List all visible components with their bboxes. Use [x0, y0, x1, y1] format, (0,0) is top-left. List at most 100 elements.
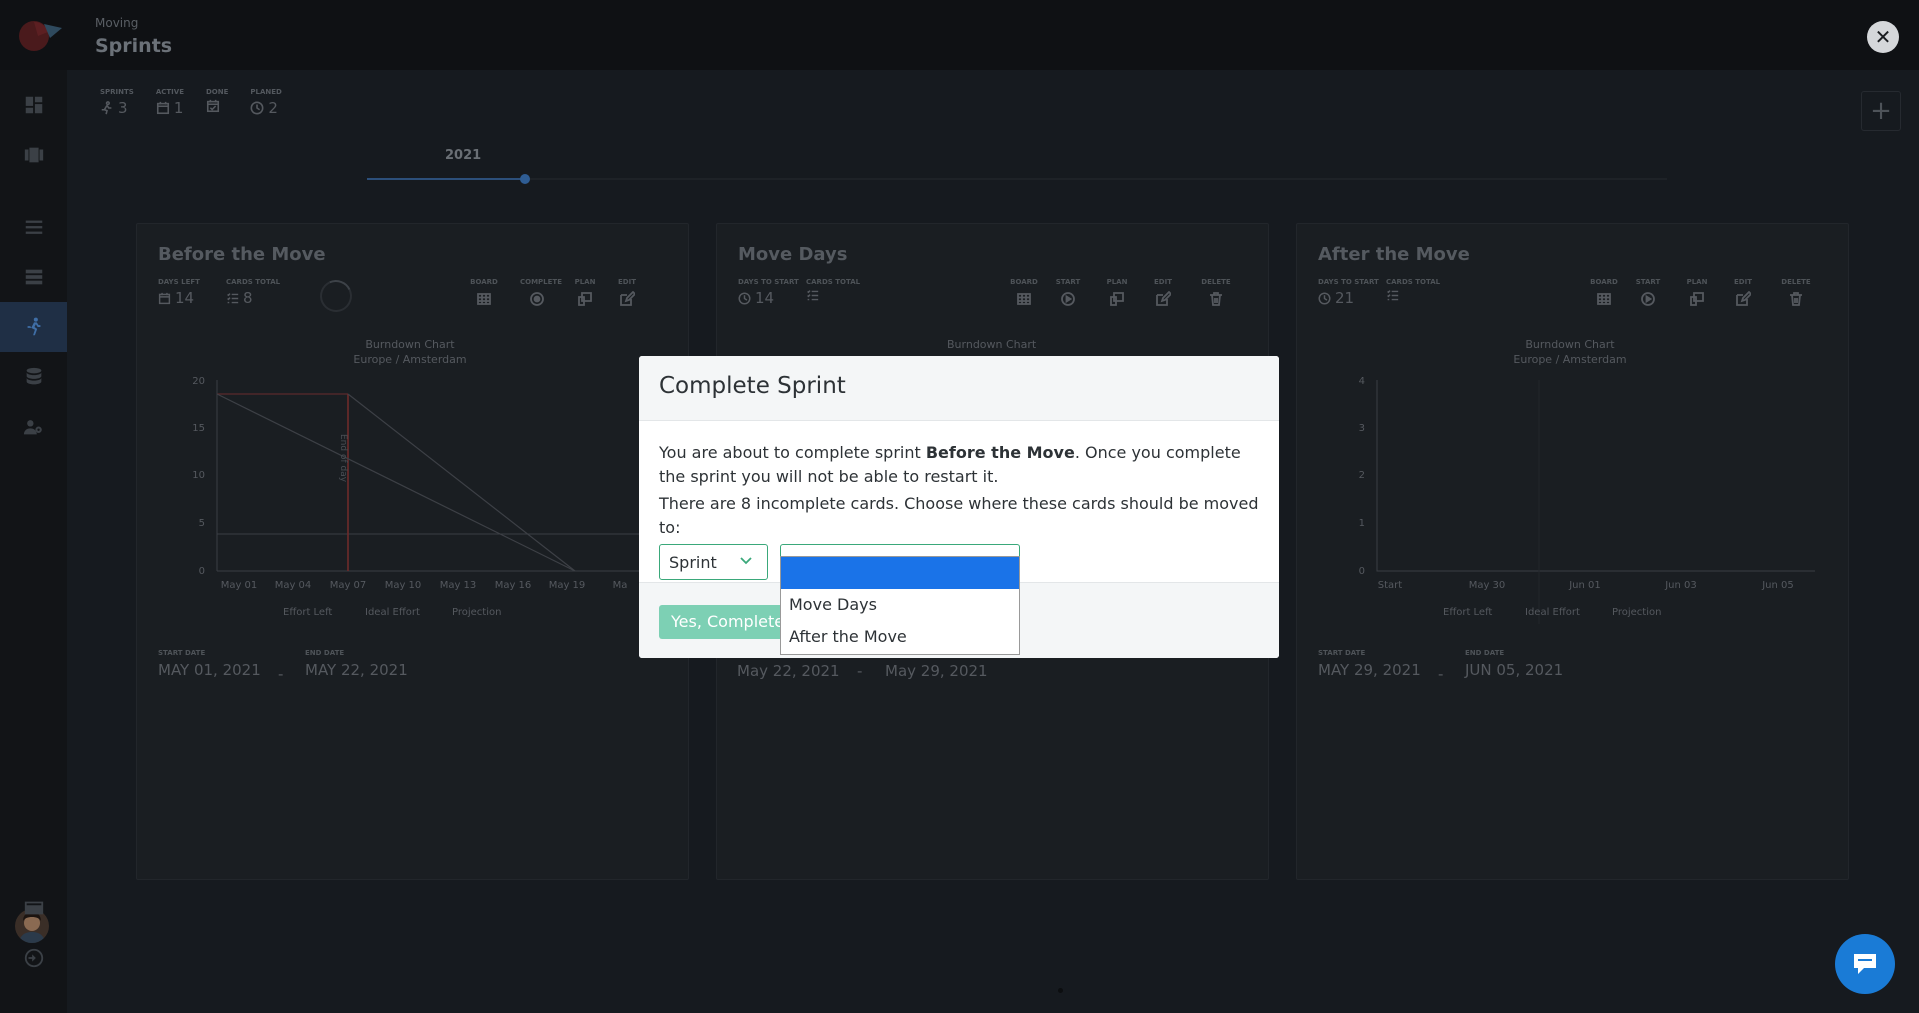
modal-header: Complete Sprint: [639, 356, 1279, 421]
list-icon[interactable]: [0, 202, 67, 252]
app-logo[interactable]: [14, 14, 64, 54]
timeline-marker[interactable]: [520, 174, 530, 184]
confirm-complete-button[interactable]: Yes, Complete: [659, 605, 797, 639]
timeline-year: 2021: [445, 148, 482, 163]
svg-text:May 07: May 07: [330, 580, 367, 591]
modal-title: Complete Sprint: [659, 373, 846, 399]
svg-text:May 30: May 30: [1469, 580, 1506, 591]
board-button[interactable]: BOARD: [1007, 278, 1041, 309]
dropdown-option-after-the-move[interactable]: After the Move: [781, 621, 1019, 653]
billing-icon[interactable]: [0, 883, 67, 933]
chat-button[interactable]: [1835, 934, 1895, 994]
chart-title: Burndown Chart: [365, 338, 455, 351]
edit-button[interactable]: EDIT: [1726, 278, 1760, 309]
legend-ideal-effort[interactable]: Ideal Effort: [365, 607, 420, 618]
record-icon: [530, 292, 544, 306]
plan-button[interactable]: PLAN: [568, 278, 602, 309]
trash-icon: [1210, 292, 1222, 306]
chart-subtitle: Europe / Amsterdam: [1513, 353, 1626, 366]
trash-icon: [1790, 292, 1802, 306]
svg-text:May 19: May 19: [549, 580, 586, 591]
svg-text:2: 2: [1359, 470, 1365, 481]
legend-ideal-effort[interactable]: Ideal Effort: [1525, 607, 1580, 618]
complete-button[interactable]: COMPLETE: [520, 278, 562, 309]
dropdown-option-empty[interactable]: [781, 557, 1019, 589]
stat-active: ACTIVE 1: [155, 88, 184, 117]
close-icon[interactable]: ✕: [1867, 21, 1899, 53]
plan-icon: [1690, 292, 1704, 306]
end-of-day-annotation: End of day: [338, 434, 348, 483]
target-type-select[interactable]: Sprint: [659, 544, 768, 580]
dropdown-option-move-days[interactable]: Move Days: [781, 589, 1019, 621]
breadcrumb[interactable]: Moving: [95, 16, 138, 30]
days-to-start: DAYS TO START 21: [1318, 278, 1379, 307]
svg-text:0: 0: [1359, 566, 1365, 577]
sprints-icon[interactable]: [0, 302, 67, 352]
svg-text:Start: Start: [1378, 580, 1403, 591]
dashboard-icon[interactable]: [0, 80, 67, 130]
top-bar: Moving Sprints ✕: [0, 0, 1919, 70]
sprint-card-before-the-move: Before the Move DAYS LEFT 14 CARDS TOTAL…: [136, 223, 689, 880]
carousel-indicator[interactable]: [1058, 988, 1063, 993]
clock-icon: [250, 101, 264, 115]
projects-icon[interactable]: [0, 130, 67, 180]
database-icon[interactable]: [0, 352, 67, 402]
start-date: START DATE May 01, 2021: [158, 649, 261, 679]
legend-effort-left[interactable]: Effort Left: [1443, 607, 1492, 618]
sprint-name: Move Days: [738, 244, 848, 265]
board-icon: [1017, 293, 1031, 305]
chevron-down-icon: [740, 557, 752, 565]
calendar-check-icon: [206, 99, 220, 113]
timeline-track[interactable]: [367, 178, 1667, 180]
svg-text:20: 20: [192, 376, 205, 387]
plan-icon: [1110, 292, 1124, 306]
legend-effort-left[interactable]: Effort Left: [283, 607, 332, 618]
board-button[interactable]: BOARD: [467, 278, 501, 309]
chart-title: Burndown Chart: [1525, 338, 1615, 351]
burndown-chart: Burndown Chart Europe / Amsterdam 20 15 …: [192, 338, 655, 618]
svg-text:0: 0: [199, 566, 205, 577]
backlog-icon[interactable]: [0, 252, 67, 302]
team-settings-icon[interactable]: [0, 402, 67, 452]
start-date: START DATE May 29, 2021: [1318, 649, 1421, 679]
delete-button[interactable]: DELETE: [1199, 278, 1233, 309]
plan-icon: [578, 292, 592, 306]
running-icon: [101, 101, 112, 115]
svg-text:Ma: Ma: [613, 580, 628, 591]
incomplete-cards-message: There are 8 incomplete cards. Choose whe…: [659, 494, 1259, 537]
sprint-name: After the Move: [1318, 244, 1470, 265]
board-button[interactable]: BOARD: [1587, 278, 1621, 309]
calendar-icon: [158, 292, 171, 304]
days-to-start: DAYS TO START 14: [738, 278, 799, 307]
edit-button[interactable]: EDIT: [610, 278, 644, 309]
modal-message: You are about to complete sprint Before …: [659, 443, 1241, 486]
clock-icon: [738, 291, 751, 305]
legend-projection[interactable]: Projection: [1612, 607, 1661, 618]
svg-text:4: 4: [1359, 376, 1365, 387]
edit-button[interactable]: EDIT: [1146, 278, 1180, 309]
board-icon: [1597, 293, 1611, 305]
svg-text:May 01: May 01: [221, 580, 258, 591]
chat-icon: [1854, 954, 1876, 974]
svg-text:Jun 01: Jun 01: [1568, 580, 1601, 591]
move-days-start-date: May 22, 2021: [737, 662, 840, 680]
svg-text:May 13: May 13: [440, 580, 477, 591]
logout-icon[interactable]: [0, 933, 67, 983]
stat-planed: PLANED 2: [250, 88, 282, 117]
start-button[interactable]: START: [1631, 278, 1665, 309]
edit-icon: [620, 290, 637, 306]
page-title: Sprints: [95, 35, 173, 57]
play-icon: [1641, 292, 1655, 306]
svg-text:May 10: May 10: [385, 580, 422, 591]
sprint-card-after-the-move: After the Move DAYS TO START 21 CARDS TO…: [1296, 223, 1849, 880]
start-button[interactable]: START: [1051, 278, 1085, 309]
loading-spinner: [315, 275, 357, 317]
edit-icon: [1156, 290, 1173, 306]
delete-button[interactable]: DELETE: [1779, 278, 1813, 309]
play-icon: [1061, 292, 1075, 306]
add-sprint-button[interactable]: +: [1861, 91, 1901, 131]
clock-icon: [1318, 291, 1331, 305]
plan-button[interactable]: PLAN: [1100, 278, 1134, 309]
plan-button[interactable]: PLAN: [1680, 278, 1714, 309]
legend-projection[interactable]: Projection: [452, 607, 501, 618]
